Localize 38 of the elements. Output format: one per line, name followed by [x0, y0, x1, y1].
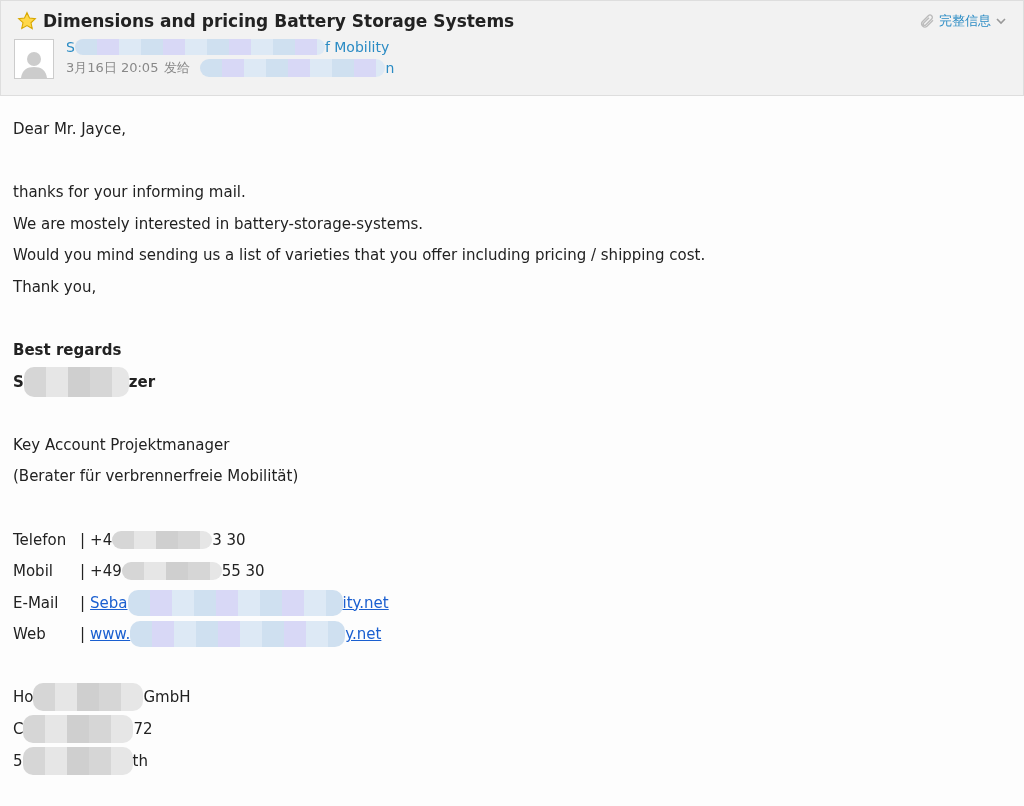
email-subject: Dimensions and pricing Battery Storage Systems [43, 11, 515, 31]
chevron-down-icon [995, 15, 1007, 27]
contact-label: Web [13, 625, 47, 644]
body-text: (Berater für verbrennerfreie Mobilität) [13, 467, 299, 486]
sent-time: 3月16日 20:05 [66, 59, 159, 77]
contact-link[interactable]: Seba ity.net [90, 589, 389, 616]
details-link[interactable]: 完整信息 [919, 12, 1007, 30]
recipient-address[interactable]: n [385, 60, 395, 76]
contact-label: Telefon [13, 530, 68, 549]
body-text: Ho [13, 688, 34, 707]
separator-text: | [80, 562, 86, 581]
body-text: Best regards [13, 340, 122, 359]
body-text: thanks for your informing mail. [13, 183, 246, 201]
sender-name[interactable]: f Mobility [324, 39, 390, 55]
contact-label: Mobil [13, 562, 54, 581]
body-text: Would you mind sending us a list of varieties that you offer including pricing / shipping cost. [13, 246, 706, 265]
body-text: Key Account Projektmanager [13, 435, 230, 454]
star-icon[interactable] [17, 11, 37, 31]
body-text: S [13, 372, 24, 391]
body-text: th [132, 751, 148, 770]
body-text: Dear Mr. Jayce, [13, 119, 126, 138]
sender-name[interactable]: S [66, 39, 75, 55]
to-label: 发给 [164, 59, 191, 77]
body-text: 72 [133, 720, 153, 739]
contact-value: +4 3 30 [90, 530, 246, 549]
separator-text: | [80, 625, 86, 644]
separator-text: | [80, 593, 86, 612]
body-text: C [13, 720, 24, 739]
body-text: GmbH [143, 688, 191, 707]
contact-link[interactable]: www. y.net [90, 621, 382, 648]
body-text: We are mostely interested in battery-storage-systems. [13, 214, 424, 233]
separator-text: | [80, 530, 86, 549]
body-text: 5 [13, 751, 23, 770]
contact-value: +49 55 30 [90, 562, 265, 581]
contact-label: E-Mail [13, 593, 60, 612]
body-text: zer [128, 372, 156, 391]
body-text: Thank you, [13, 277, 97, 296]
paperclip-icon [919, 13, 935, 29]
